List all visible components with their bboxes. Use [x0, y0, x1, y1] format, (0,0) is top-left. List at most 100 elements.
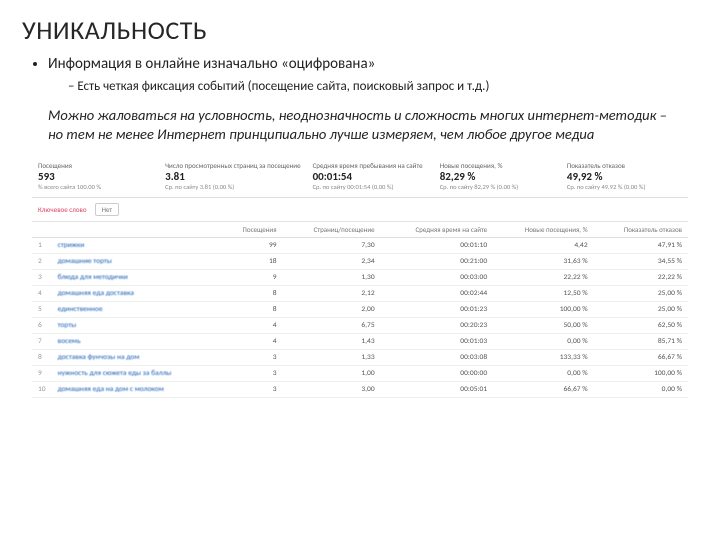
- metric-sub: Ср. по сайту 49,92 % (0.00 %): [567, 183, 682, 191]
- keyword-cell[interactable]: доставка фунчозы на дом: [52, 349, 221, 365]
- keyword-cell[interactable]: домашние торты: [52, 253, 221, 269]
- bullet-1: Информация в онлайне изначально «оцифров…: [48, 54, 698, 96]
- col-header: Показатель отказов: [594, 222, 688, 238]
- table-row: 9 нужность для сюжета еды за баллы 3 1,0…: [32, 365, 688, 381]
- bounce-cell: 34,55 %: [594, 253, 688, 269]
- row-index: 10: [32, 381, 52, 397]
- table-row: 1 стрижки 99 7,30 00:01:10 4,42 47,91 %: [32, 237, 688, 253]
- metric-value: 3.81: [165, 170, 300, 183]
- pages-cell: 1,00: [283, 365, 381, 381]
- pages-cell: 2,00: [283, 301, 381, 317]
- dimension-toggle[interactable]: Нет: [95, 203, 120, 216]
- metric-card: Показатель отказов 49,92 % Ср. по сайту …: [561, 159, 688, 193]
- new-cell: 12,50 %: [493, 285, 594, 301]
- new-cell: 66,67 %: [493, 381, 594, 397]
- time-cell: 00:20:23: [381, 317, 494, 333]
- visits-cell: 99: [221, 237, 283, 253]
- table-row: 6 торты 4 6,75 00:20:23 50,00 % 62,50 %: [32, 317, 688, 333]
- metric-sub: Ср. по сайту 82,29 % (0.00 %): [440, 183, 555, 191]
- table-row: 7 восемь 4 1,43 00:01:03 0,00 % 85,71 %: [32, 333, 688, 349]
- table-row: 8 доставка фунчозы на дом 3 1,33 00:03:0…: [32, 349, 688, 365]
- metric-sub: Ср. по сайту 3.81 (0.00 %): [165, 183, 300, 191]
- time-cell: 00:03:00: [381, 269, 494, 285]
- bounce-cell: 100,00 %: [594, 365, 688, 381]
- col-header: Средняя время на сайте: [381, 222, 494, 238]
- pages-cell: 7,30: [283, 237, 381, 253]
- metric-value: 593: [38, 170, 153, 183]
- pages-cell: 3,00: [283, 381, 381, 397]
- pages-cell: 6,75: [283, 317, 381, 333]
- time-cell: 00:05:01: [381, 381, 494, 397]
- metric-card: Средняя время пребывания на сайте 00:01:…: [307, 159, 434, 193]
- metric-card: Новые посещения, % 82,29 % Ср. по сайту …: [434, 159, 561, 193]
- keyword-cell[interactable]: домашняя еда на дом с молоком: [52, 381, 221, 397]
- metric-label: Число просмотренных страниц за посещение: [165, 161, 300, 170]
- visits-cell: 4: [221, 317, 283, 333]
- keyword-cell[interactable]: единственное: [52, 301, 221, 317]
- bullet-1-sub: Есть четкая фиксация событий (посещение …: [68, 78, 698, 96]
- row-index: 7: [32, 333, 52, 349]
- row-index: 2: [32, 253, 52, 269]
- slide-title: УНИКАЛЬНОСТЬ: [22, 14, 698, 46]
- pages-cell: 2,34: [283, 253, 381, 269]
- pages-cell: 1,33: [283, 349, 381, 365]
- visits-cell: 4: [221, 333, 283, 349]
- keyword-cell[interactable]: восемь: [52, 333, 221, 349]
- table-row: 2 домашние торты 18 2,34 00:21:00 31,63 …: [32, 253, 688, 269]
- table-row: 4 домашняя еда доставка 8 2,12 00:02:44 …: [32, 285, 688, 301]
- pages-cell: 2,12: [283, 285, 381, 301]
- keyword-cell[interactable]: нужность для сюжета еды за баллы: [52, 365, 221, 381]
- bounce-cell: 62,50 %: [594, 317, 688, 333]
- metrics-row: Посещения 593 % всего сайта 100.00 % Числ…: [32, 159, 688, 198]
- col-header: Новые посещения, %: [493, 222, 594, 238]
- bounce-cell: 85,71 %: [594, 333, 688, 349]
- col-header: Страниц/посещение: [283, 222, 381, 238]
- bounce-cell: 66,67 %: [594, 349, 688, 365]
- metric-label: Посещения: [38, 161, 153, 170]
- col-header: Посещения: [221, 222, 283, 238]
- pages-cell: 1,43: [283, 333, 381, 349]
- visits-cell: 9: [221, 269, 283, 285]
- new-cell: 31,63 %: [493, 253, 594, 269]
- table-row: 10 домашняя еда на дом с молоком 3 3,00 …: [32, 381, 688, 397]
- bounce-cell: 25,00 %: [594, 285, 688, 301]
- dimension-label: Ключевое слово: [38, 205, 87, 214]
- metric-card: Посещения 593 % всего сайта 100.00 %: [32, 159, 159, 193]
- new-cell: 4,42: [493, 237, 594, 253]
- col-header: [32, 222, 52, 238]
- keywords-table: ПосещенияСтраниц/посещениеСредняя время …: [32, 222, 688, 398]
- row-index: 9: [32, 365, 52, 381]
- visits-cell: 8: [221, 301, 283, 317]
- bounce-cell: 25,00 %: [594, 301, 688, 317]
- row-index: 3: [32, 269, 52, 285]
- time-cell: 00:00:00: [381, 365, 494, 381]
- metric-label: Новые посещения, %: [440, 161, 555, 170]
- new-cell: 100,00 %: [493, 301, 594, 317]
- bullet-1-text: Информация в онлайне изначально «оцифров…: [48, 55, 375, 73]
- keyword-cell[interactable]: стрижки: [52, 237, 221, 253]
- row-index: 5: [32, 301, 52, 317]
- bounce-cell: 0,00 %: [594, 381, 688, 397]
- bounce-cell: 47,91 %: [594, 237, 688, 253]
- metric-label: Показатель отказов: [567, 161, 682, 170]
- time-cell: 00:01:10: [381, 237, 494, 253]
- row-index: 1: [32, 237, 52, 253]
- metric-sub: Ср. по сайту 00:01:54 (0.00 %): [313, 183, 428, 191]
- visits-cell: 18: [221, 253, 283, 269]
- paragraph: Можно жаловаться на условность, неоднозн…: [48, 106, 668, 145]
- new-cell: 133,33 %: [493, 349, 594, 365]
- new-cell: 0,00 %: [493, 365, 594, 381]
- new-cell: 22,22 %: [493, 269, 594, 285]
- keyword-cell[interactable]: домашняя еда доставка: [52, 285, 221, 301]
- new-cell: 50,00 %: [493, 317, 594, 333]
- keyword-cell[interactable]: торты: [52, 317, 221, 333]
- visits-cell: 3: [221, 365, 283, 381]
- table-row: 3 блюда для методички 9 1,30 00:03:00 22…: [32, 269, 688, 285]
- metric-sub: % всего сайта 100.00 %: [38, 183, 153, 191]
- metric-value: 49,92 %: [567, 170, 682, 183]
- keyword-cell[interactable]: блюда для методички: [52, 269, 221, 285]
- row-index: 4: [32, 285, 52, 301]
- metric-value: 00:01:54: [313, 170, 428, 183]
- table-row: 5 единственное 8 2,00 00:01:23 100,00 % …: [32, 301, 688, 317]
- visits-cell: 8: [221, 285, 283, 301]
